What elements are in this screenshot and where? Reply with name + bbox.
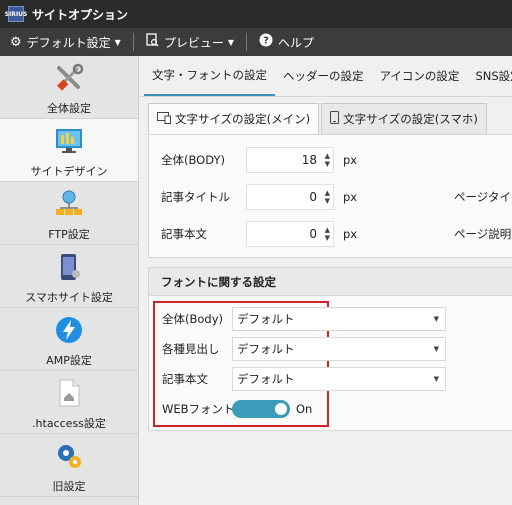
font-headings-select[interactable]: デフォルト ▼	[232, 337, 446, 361]
help-button[interactable]: ? ヘルプ	[249, 28, 324, 56]
main-content: 文字・フォントの設定 ヘッダーの設定 アイコンの設定 SNS設定 文字サイズの設…	[140, 56, 512, 505]
font-settings-section: フォントに関する設定 全体(Body) デフォルト ▼ 各種見出し デフォルト …	[148, 267, 512, 431]
body-size-label: 全体(BODY)	[161, 153, 225, 167]
title-bar: SIRIUS サイトオプション	[0, 0, 512, 28]
web-font-toggle[interactable]	[232, 400, 290, 418]
preview-button[interactable]: プレビュー ▼	[136, 28, 244, 56]
article-body-label: 記事本文	[161, 227, 207, 241]
help-label: ヘルプ	[278, 35, 315, 50]
web-font-label: WEBフォント	[162, 402, 235, 416]
font-body-label: 全体(Body)	[162, 312, 224, 326]
smartphone-icon	[53, 251, 85, 283]
page-title-label: ページタイトル	[454, 190, 512, 204]
subtab-smartphone-size[interactable]: 文字サイズの設定(スマホ)	[321, 103, 487, 135]
sidebar-item-site-design[interactable]: サイトデザイン	[0, 119, 138, 182]
subtab-label: 文字サイズの設定(メイン)	[175, 112, 311, 126]
chevron-down-icon: ▼	[433, 315, 439, 323]
chevron-down-icon: ▼	[433, 345, 439, 353]
toggle-knob	[275, 403, 287, 415]
sidebar-item-amp[interactable]: AMP設定	[0, 308, 138, 371]
desktop-icon	[157, 111, 171, 127]
unit-label: px	[343, 227, 358, 241]
sidebar: 全体設定 サイトデザイン FTP設定 スマホサイト設定 AMP設定 .htacc…	[0, 56, 139, 505]
font-headings-label: 各種見出し	[162, 342, 220, 356]
tab-header[interactable]: ヘッダーの設定	[275, 56, 372, 96]
font-article-value: デフォルト	[237, 372, 295, 386]
amp-bolt-icon	[53, 314, 85, 346]
tab-sns[interactable]: SNS設定	[467, 56, 512, 96]
chevron-down-icon: ▼	[227, 37, 234, 47]
gears-icon	[53, 440, 85, 472]
font-article-select[interactable]: デフォルト ▼	[232, 367, 446, 391]
gear-icon: ⚙	[10, 34, 22, 50]
font-settings-header: フォントに関する設定	[149, 268, 512, 296]
body-size-stepper[interactable]: 18 ▲ ▼	[246, 147, 334, 173]
toolbar: ⚙ デフォルト設定 ▼ プレビュー ▼ ? ヘルプ	[0, 28, 512, 56]
toolbar-divider	[132, 33, 134, 51]
sidebar-item-label: 旧設定	[52, 480, 86, 493]
preview-label: プレビュー	[163, 35, 224, 50]
sidebar-item-legacy[interactable]: 旧設定	[0, 434, 138, 497]
sidebar-item-general[interactable]: 全体設定	[0, 56, 138, 119]
sidebar-item-htaccess[interactable]: .htaccess設定	[0, 371, 138, 434]
sidebar-item-label: FTP設定	[48, 228, 90, 241]
default-settings-button[interactable]: ⚙ デフォルト設定 ▼	[0, 28, 131, 56]
font-article-label: 記事本文	[162, 372, 208, 386]
tab-text-font[interactable]: 文字・フォントの設定	[144, 56, 275, 96]
stepper-arrows-icon[interactable]: ▲ ▼	[325, 226, 330, 242]
sidebar-item-label: スマホサイト設定	[25, 291, 113, 304]
chevron-down-icon: ▼	[433, 375, 439, 383]
sidebar-item-smartphone[interactable]: スマホサイト設定	[0, 245, 138, 308]
subtab-label: 文字サイズの設定(スマホ)	[343, 112, 478, 126]
tab-icon[interactable]: アイコンの設定	[372, 56, 468, 96]
size-settings-panel: 全体(BODY) 18 ▲▼ px 記事タイトル 0 ▲▼ px ページタイトル…	[148, 134, 512, 258]
font-body-select[interactable]: デフォルト ▼	[232, 307, 446, 331]
network-icon	[53, 188, 85, 220]
sidebar-item-label: .htaccess設定	[32, 417, 106, 430]
web-font-state: On	[296, 402, 313, 416]
unit-label: px	[343, 153, 358, 167]
tab-bar: 文字・フォントの設定 ヘッダーの設定 アイコンの設定 SNS設定	[140, 56, 512, 97]
subtab-main-size[interactable]: 文字サイズの設定(メイン)	[148, 103, 320, 135]
htaccess-file-icon	[53, 377, 85, 409]
sidebar-item-label: サイトデザイン	[30, 165, 108, 178]
default-settings-label: デフォルト設定	[26, 35, 111, 50]
page-desc-label: ページ説明文	[454, 227, 512, 241]
sidebar-item-label: AMP設定	[46, 354, 92, 367]
font-headings-value: デフォルト	[237, 342, 295, 356]
help-icon: ?	[259, 33, 273, 51]
article-title-label: 記事タイトル	[161, 190, 230, 204]
unit-label: px	[343, 190, 358, 204]
stepper-arrows-icon[interactable]: ▲ ▼	[325, 189, 330, 205]
article-title-stepper[interactable]: 0 ▲ ▼	[246, 184, 334, 210]
tools-icon	[53, 62, 85, 94]
stepper-arrows-icon[interactable]: ▲ ▼	[325, 152, 330, 168]
chevron-down-icon: ▼	[114, 37, 121, 47]
site-design-icon	[53, 125, 85, 157]
article-body-value: 0	[309, 227, 317, 241]
article-body-stepper[interactable]: 0 ▲ ▼	[246, 221, 334, 247]
window-title: サイトオプション	[32, 7, 129, 22]
app-logo-icon: SIRIUS	[5, 6, 27, 22]
sidebar-item-ftp[interactable]: FTP設定	[0, 182, 138, 245]
font-body-value: デフォルト	[237, 312, 295, 326]
body-size-value: 18	[301, 153, 317, 167]
sidebar-item-label: 全体設定	[47, 102, 91, 115]
subtab-bar: 文字サイズの設定(メイン) 文字サイズの設定(スマホ)	[148, 103, 489, 135]
svg-text:?: ?	[263, 36, 269, 47]
toolbar-divider	[246, 33, 247, 51]
phone-icon	[330, 111, 340, 127]
article-title-value: 0	[309, 190, 317, 204]
preview-document-icon	[146, 33, 159, 51]
